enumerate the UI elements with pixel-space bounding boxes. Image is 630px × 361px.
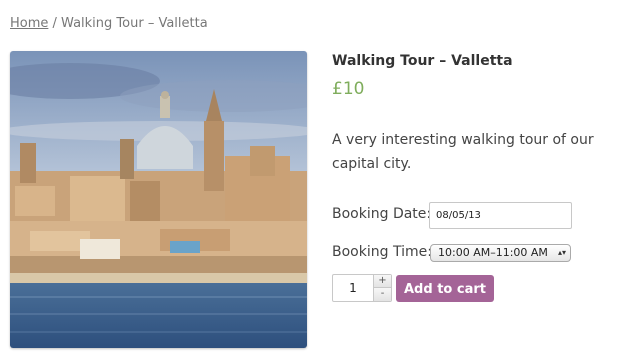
quantity-increment-button[interactable]: +	[373, 275, 391, 288]
product-price: £10	[332, 79, 365, 99]
quantity-input[interactable]: 1	[333, 275, 373, 301]
booking-time-value: 10:00 AM–11:00 AM	[438, 246, 548, 259]
breadcrumb: Home / Walking Tour – Valletta	[10, 16, 208, 31]
booking-date-label: Booking Date:	[332, 206, 432, 222]
valletta-photo	[10, 51, 307, 348]
product-description: A very interesting walking tour of our c…	[332, 132, 594, 172]
quantity-stepper[interactable]: 1 + -	[332, 274, 392, 302]
quantity-decrement-button[interactable]: -	[373, 288, 391, 301]
breadcrumb-separator: /	[48, 16, 62, 31]
add-to-cart-button[interactable]: Add to cart	[396, 275, 494, 302]
product-image[interactable]	[10, 51, 307, 348]
select-arrows-icon: ▴▾	[557, 248, 566, 257]
product-title: Walking Tour – Valletta	[332, 53, 513, 69]
booking-time-select[interactable]: 10:00 AM–11:00 AM ▴▾	[430, 244, 571, 262]
breadcrumb-home-link[interactable]: Home	[10, 16, 48, 31]
booking-date-input[interactable]	[429, 202, 572, 229]
booking-time-label: Booking Time:	[332, 244, 432, 260]
breadcrumb-current: Walking Tour – Valletta	[61, 16, 208, 31]
